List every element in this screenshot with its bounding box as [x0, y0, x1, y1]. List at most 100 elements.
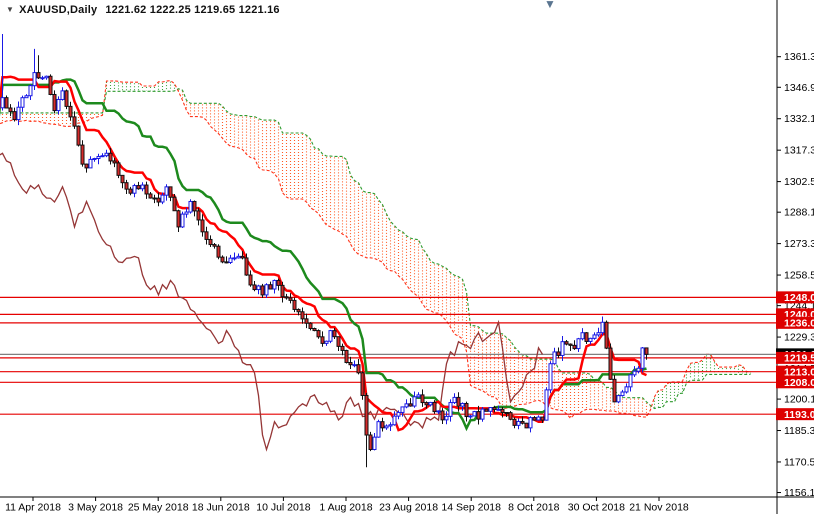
price-tick-label: 1229.30	[784, 332, 814, 344]
candle-body	[220, 256, 225, 263]
candle-body	[356, 364, 361, 374]
ohlc-values: 1221.62 1222.25 1219.65 1221.16	[105, 4, 280, 16]
candle-body	[148, 193, 153, 199]
candle-body	[620, 391, 625, 397]
candle-body	[48, 75, 53, 95]
level-price-badge: 1219.50	[776, 351, 814, 365]
candle-body	[252, 284, 257, 291]
candle-body	[212, 244, 217, 247]
time-axis[interactable]: 11 Apr 2018 3 May 2018 25 May 2018 18 Jun 2…	[5, 497, 689, 514]
support-resistance-lines[interactable]	[0, 296, 777, 415]
candle-body	[604, 321, 609, 349]
candle-body	[268, 284, 273, 290]
candle-body	[612, 378, 617, 403]
candle-body	[484, 408, 489, 412]
mt4-chart-window: ▼ XAUUSD,Daily 1221.62 1222.25 1219.65 122…	[0, 0, 814, 514]
candle-body	[4, 97, 9, 109]
candle-body	[0, 97, 5, 109]
candle-body	[180, 213, 185, 228]
candle-body	[236, 255, 241, 259]
candle-body	[540, 416, 545, 421]
chart-shift-icon[interactable]: ▼	[544, 0, 556, 11]
candle-body	[188, 200, 193, 213]
candle-body	[60, 90, 65, 100]
candle-body	[184, 211, 189, 215]
candle-body	[192, 200, 197, 212]
price-tick-label: 1346.90	[784, 82, 814, 94]
candle-body	[164, 186, 169, 196]
candle-body	[296, 308, 301, 313]
candle-body	[600, 321, 605, 334]
price-tick-label: 1332.10	[784, 113, 814, 125]
candle-body	[348, 362, 353, 366]
candle-body	[440, 410, 445, 421]
time-tick-label: 23 Aug 2018	[379, 502, 438, 514]
candle-body	[436, 410, 441, 413]
candle-body	[172, 196, 177, 212]
price-tick-label: 1156.10	[784, 487, 814, 499]
candle-body	[568, 343, 573, 346]
price-tick-label: 1185.30	[784, 425, 814, 437]
svg-text:1208.00: 1208.00	[784, 377, 814, 389]
candle-body	[588, 337, 593, 342]
candle-body	[308, 322, 313, 330]
chart-title: ▼ XAUUSD,Daily 1221.62 1222.25 1219.65 122…	[6, 4, 280, 16]
candle-body	[432, 401, 437, 413]
candle-body	[156, 197, 161, 203]
plot-area[interactable]	[0, 33, 777, 468]
candle-body	[624, 386, 629, 393]
time-tick-label: 25 May 2018	[128, 502, 189, 514]
candle-body	[412, 396, 417, 407]
candle-body	[464, 402, 469, 418]
candle-body	[324, 340, 329, 344]
candle-body	[492, 407, 497, 410]
candle-body	[420, 394, 425, 404]
candle-body	[136, 185, 141, 190]
candle-body	[340, 345, 345, 351]
candle-body	[316, 330, 321, 338]
candle-body	[256, 285, 261, 291]
candle-body	[176, 210, 181, 228]
candle-body	[512, 418, 517, 426]
candle-body	[16, 106, 21, 121]
price-tick-label: 1361.30	[784, 51, 814, 63]
candle-body	[44, 75, 49, 79]
candle-body	[576, 338, 581, 350]
candle-body	[456, 396, 461, 407]
candle-body	[244, 257, 249, 276]
candle-body	[616, 395, 621, 403]
candle-body	[200, 219, 205, 233]
time-tick-label: 11 Apr 2018	[5, 502, 61, 514]
candle-body	[112, 160, 117, 164]
candle-body	[580, 332, 585, 340]
candle-body	[364, 394, 369, 436]
price-tick-label: 1288.10	[784, 207, 814, 219]
candle-body	[472, 411, 477, 417]
candle-body	[24, 95, 29, 99]
candle-body	[524, 422, 529, 429]
candle-body	[644, 347, 649, 355]
candle-body	[500, 408, 505, 413]
candle-body	[592, 334, 597, 339]
candle-body	[80, 144, 85, 165]
candle-body	[400, 406, 405, 413]
candle-body	[232, 257, 237, 260]
candle-body	[224, 261, 229, 264]
candle-body	[428, 401, 433, 406]
candle-body	[388, 424, 393, 427]
symbol-dropdown-icon[interactable]: ▼	[6, 5, 14, 14]
candle-body	[8, 107, 13, 113]
candle-body	[288, 297, 293, 301]
price-chart-canvas[interactable]: 1361.30 1346.90 1332.10 1317.30 1302.50 1288.…	[0, 0, 814, 514]
candle-body	[392, 415, 397, 426]
candle-body	[276, 279, 281, 286]
candle-body	[640, 347, 645, 369]
candle-body	[96, 156, 101, 160]
candle-body	[88, 158, 93, 169]
candle-body	[572, 344, 577, 350]
candle-body	[548, 363, 553, 391]
candle-body	[128, 188, 133, 194]
candle-body	[336, 336, 341, 347]
price-tick-label: 1273.30	[784, 238, 814, 250]
svg-text:1248.00: 1248.00	[784, 292, 814, 304]
